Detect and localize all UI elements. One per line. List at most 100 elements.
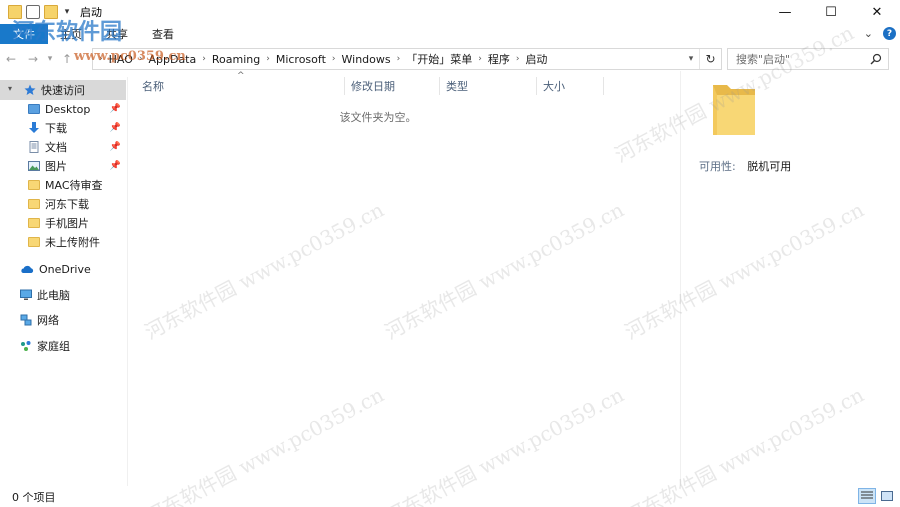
breadcrumb-separator-icon[interactable]: › <box>196 54 212 64</box>
document-icon <box>29 141 39 153</box>
homegroup-icon <box>21 341 31 351</box>
breadcrumb-separator-icon[interactable]: › <box>326 54 342 64</box>
sidebar-item-homegroup[interactable]: 家庭组 <box>0 336 126 356</box>
pin-icon[interactable]: 📌 <box>110 142 121 152</box>
item-count: 0 个项目 <box>12 490 56 504</box>
computer-icon <box>20 289 32 300</box>
availability-label: 可用性: <box>699 160 736 173</box>
sidebar-item-label: OneDrive <box>39 262 91 276</box>
network-icon <box>20 314 32 326</box>
large-icons-view-icon[interactable] <box>878 488 896 504</box>
refresh-icon[interactable]: ↻ <box>699 49 721 69</box>
close-button[interactable]: ✕ <box>854 0 900 24</box>
onedrive-cloud-icon <box>21 265 34 273</box>
back-arrow-icon[interactable]: ← <box>0 48 22 70</box>
sidebar-item-label: 网络 <box>37 314 59 327</box>
breadcrumb-roaming[interactable]: Roaming <box>212 53 260 66</box>
sidebar-item-label: 图片 <box>45 160 67 173</box>
folder-icon <box>28 180 40 190</box>
column-header-size[interactable]: 大小 <box>543 77 565 95</box>
tab-view[interactable]: 查看 <box>140 26 186 42</box>
breadcrumb-windows[interactable]: Windows <box>342 53 391 66</box>
pin-icon[interactable]: 📌 <box>110 104 121 114</box>
folder-icon <box>713 85 755 135</box>
details-view-icon[interactable] <box>858 488 876 504</box>
breadcrumb-separator-icon[interactable]: › <box>510 54 526 64</box>
breadcrumb-startup[interactable]: 启动 <box>525 51 547 67</box>
sidebar-item-label: 文档 <box>45 141 67 154</box>
watermark-url: www.pc0359.cn <box>74 49 186 64</box>
availability-value: 脱机可用 <box>747 160 792 173</box>
breadcrumb-programs[interactable]: 程序 <box>488 51 510 67</box>
ribbon-tabs: 文件 主页 共享 查看 ⌄ ? <box>0 24 900 44</box>
minimize-button[interactable]: — <box>762 0 808 24</box>
sidebar-item-phone-pictures[interactable]: 手机图片 <box>0 213 126 233</box>
sidebar-item-label: 下载 <box>45 122 67 135</box>
breadcrumb-microsoft[interactable]: Microsoft <box>276 53 326 66</box>
file-list[interactable]: ^ 名称 修改日期 类型 大小 该文件夹为空。 <box>133 71 678 486</box>
sidebar-item-network[interactable]: 网络 <box>0 310 126 330</box>
search-input[interactable] <box>736 52 866 66</box>
sidebar-item-label: 手机图片 <box>45 217 89 230</box>
view-switcher <box>858 488 896 504</box>
navigation-pane: ▾ 快速访问 Desktop 📌 下载 📌 文档 📌 图片 📌 MAC待审查 河… <box>0 77 128 486</box>
folder-icon <box>28 237 40 247</box>
sidebar-item-mac-review[interactable]: MAC待审查 <box>0 175 126 195</box>
column-header-modified[interactable]: 修改日期 <box>351 77 395 95</box>
ribbon-right: ⌄ ? <box>864 27 896 40</box>
sidebar-item-desktop[interactable]: Desktop 📌 <box>0 99 126 119</box>
folder-icon <box>28 218 40 228</box>
search-box[interactable] <box>727 48 889 70</box>
sidebar-item-documents[interactable]: 文档 📌 <box>0 137 126 157</box>
sidebar-item-hedong-download[interactable]: 河东下载 <box>0 194 126 214</box>
preview-pane: 可用性: 脱机可用 <box>680 71 900 486</box>
availability-row: 可用性: 脱机可用 <box>699 158 791 174</box>
sidebar-item-label: Desktop <box>45 102 91 116</box>
sidebar-item-quick-access[interactable]: ▾ 快速访问 <box>0 80 126 100</box>
address-bar[interactable]: › HAO › AppData › Roaming › Microsoft › … <box>92 48 722 70</box>
pin-icon[interactable]: 📌 <box>110 161 121 171</box>
help-icon[interactable]: ? <box>883 27 896 40</box>
address-bar-end: ▾ ↻ <box>683 49 721 69</box>
sidebar-item-label: 家庭组 <box>37 340 70 353</box>
column-divider[interactable] <box>536 77 537 95</box>
sidebar-item-label: 未上传附件 <box>45 236 100 249</box>
sidebar-item-label: 河东下载 <box>45 198 89 211</box>
maximize-button[interactable]: ☐ <box>808 0 854 24</box>
breadcrumb-separator-icon[interactable]: › <box>391 54 407 64</box>
window-controls: — ☐ ✕ <box>762 0 900 24</box>
star-icon <box>24 84 36 95</box>
sidebar-item-pictures[interactable]: 图片 📌 <box>0 156 126 176</box>
column-divider[interactable] <box>344 77 345 95</box>
status-bar: 0 个项目 <box>0 486 900 507</box>
recent-locations-chevron-icon[interactable]: ▾ <box>44 48 56 70</box>
title-bar: ▾ 启动 — ☐ ✕ <box>0 0 900 24</box>
column-divider[interactable] <box>603 77 604 95</box>
sidebar-item-label: MAC待审查 <box>45 179 103 192</box>
folder-icon <box>28 199 40 209</box>
forward-arrow-icon[interactable]: → <box>22 48 44 70</box>
search-icon[interactable] <box>870 53 882 65</box>
sort-ascending-icon: ^ <box>237 71 245 81</box>
sidebar-item-this-pc[interactable]: 此电脑 <box>0 285 126 305</box>
sidebar-item-downloads[interactable]: 下载 📌 <box>0 118 126 138</box>
breadcrumb-separator-icon[interactable]: › <box>472 54 488 64</box>
breadcrumb-start-menu[interactable]: 「开始」菜单 <box>406 51 472 67</box>
column-divider[interactable] <box>439 77 440 95</box>
desktop-folder-icon <box>28 104 40 114</box>
address-history-chevron-icon[interactable]: ▾ <box>683 54 699 64</box>
breadcrumb-separator-icon[interactable]: › <box>260 54 276 64</box>
download-arrow-icon <box>29 122 39 133</box>
column-header-type[interactable]: 类型 <box>446 77 468 95</box>
sidebar-item-label: 此电脑 <box>37 289 70 302</box>
picture-icon <box>28 161 40 171</box>
sidebar-item-unuploaded-attachments[interactable]: 未上传附件 <box>0 232 126 252</box>
expand-chevron-icon[interactable]: ▾ <box>8 84 16 96</box>
sidebar-item-label: 快速访问 <box>41 84 85 97</box>
column-header-name[interactable]: 名称 <box>142 77 164 95</box>
sidebar-item-onedrive[interactable]: OneDrive <box>0 259 126 279</box>
empty-folder-message: 该文件夹为空。 <box>339 111 417 124</box>
pin-icon[interactable]: 📌 <box>110 123 121 133</box>
expand-ribbon-chevron-icon[interactable]: ⌄ <box>864 27 873 40</box>
watermark-logo: 河东软件园 <box>12 19 123 45</box>
